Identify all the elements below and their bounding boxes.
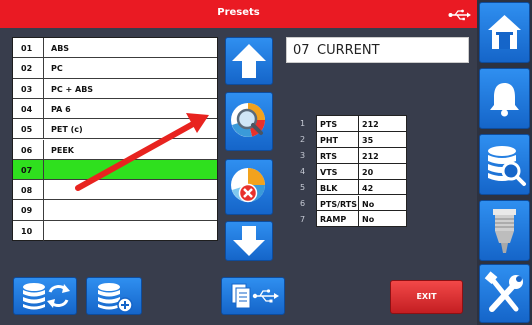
parameter-row: PTS 212 <box>317 116 406 132</box>
parameter-index: 3 <box>300 151 306 160</box>
parameter-value: 35 <box>362 135 374 145</box>
parameter-name: RAMP <box>320 215 347 225</box>
nozzle-button[interactable] <box>479 200 530 261</box>
parameter-row: PHT 35 <box>317 131 406 148</box>
column-divider <box>358 131 359 147</box>
load-preset-button[interactable] <box>225 92 273 151</box>
database-search-button[interactable] <box>479 134 530 195</box>
settings-button[interactable] <box>479 264 530 323</box>
parameter-name: PTS/RTS <box>320 199 358 209</box>
parameter-index: 2 <box>300 135 306 144</box>
parameter-value: No <box>362 215 375 225</box>
parameter-row: VTS 20 <box>317 163 406 180</box>
column-divider <box>358 163 359 179</box>
home-icon <box>488 15 521 49</box>
document-usb-icon <box>231 283 279 309</box>
column-divider <box>358 211 359 228</box>
current-preset-name: CURRENT <box>317 43 380 58</box>
parameter-name: VTS <box>320 167 338 177</box>
parameter-index: 7 <box>300 215 306 224</box>
parameter-row: BLK 42 <box>317 179 406 196</box>
exit-button[interactable]: EXIT <box>390 280 463 314</box>
parameter-value: 20 <box>362 167 374 177</box>
database-add-icon <box>98 283 133 313</box>
current-preset-field[interactable]: 07 CURRENT <box>286 37 469 63</box>
parameter-row: RTS 212 <box>317 147 406 164</box>
tools-icon <box>484 271 523 312</box>
export-to-usb-button[interactable] <box>221 277 285 315</box>
reload-presets-button[interactable] <box>13 277 77 315</box>
bell-icon <box>490 83 519 117</box>
home-button[interactable] <box>479 2 530 63</box>
parameter-index: 5 <box>300 183 306 192</box>
parameter-row: PTS/RTS No <box>317 195 406 212</box>
column-divider <box>358 147 359 163</box>
parameter-name: PHT <box>320 135 339 145</box>
parameter-value: 212 <box>362 120 379 129</box>
parameter-value: 42 <box>362 183 374 193</box>
sidebar <box>477 0 532 325</box>
move-up-button[interactable] <box>225 37 273 85</box>
nozzle-icon <box>493 209 516 253</box>
add-preset-button[interactable] <box>86 277 142 315</box>
parameter-row: RAMP No <box>317 211 406 228</box>
column-divider <box>358 195 359 211</box>
alarms-button[interactable] <box>479 68 530 129</box>
parameter-table: PTS 212 PHT 35 RTS 212 VTS 20 BLK 42 PTS… <box>316 115 407 228</box>
column-divider <box>358 179 359 195</box>
arrow-down-icon <box>233 226 265 256</box>
arrow-up-icon <box>232 44 266 78</box>
parameter-index: 6 <box>300 199 306 208</box>
presets-screen: Presets 01 ABS 02 PC 03 PC + ABS 04 PA 6… <box>0 0 532 325</box>
delete-preset-button[interactable] <box>225 159 273 215</box>
current-preset-number: 07 <box>293 43 310 58</box>
parameter-index: 4 <box>300 167 306 176</box>
parameter-name: PTS <box>320 120 338 129</box>
database-search-icon <box>231 103 265 137</box>
parameter-value: No <box>362 199 375 209</box>
parameter-name: RTS <box>320 151 338 161</box>
database-reload-icon <box>23 283 70 310</box>
database-search-icon <box>488 146 526 186</box>
parameter-name: BLK <box>320 183 338 193</box>
parameter-index: 1 <box>300 119 306 128</box>
column-divider <box>358 116 359 131</box>
parameter-value: 212 <box>362 151 379 161</box>
move-down-button[interactable] <box>225 221 273 261</box>
database-delete-icon <box>231 168 265 203</box>
